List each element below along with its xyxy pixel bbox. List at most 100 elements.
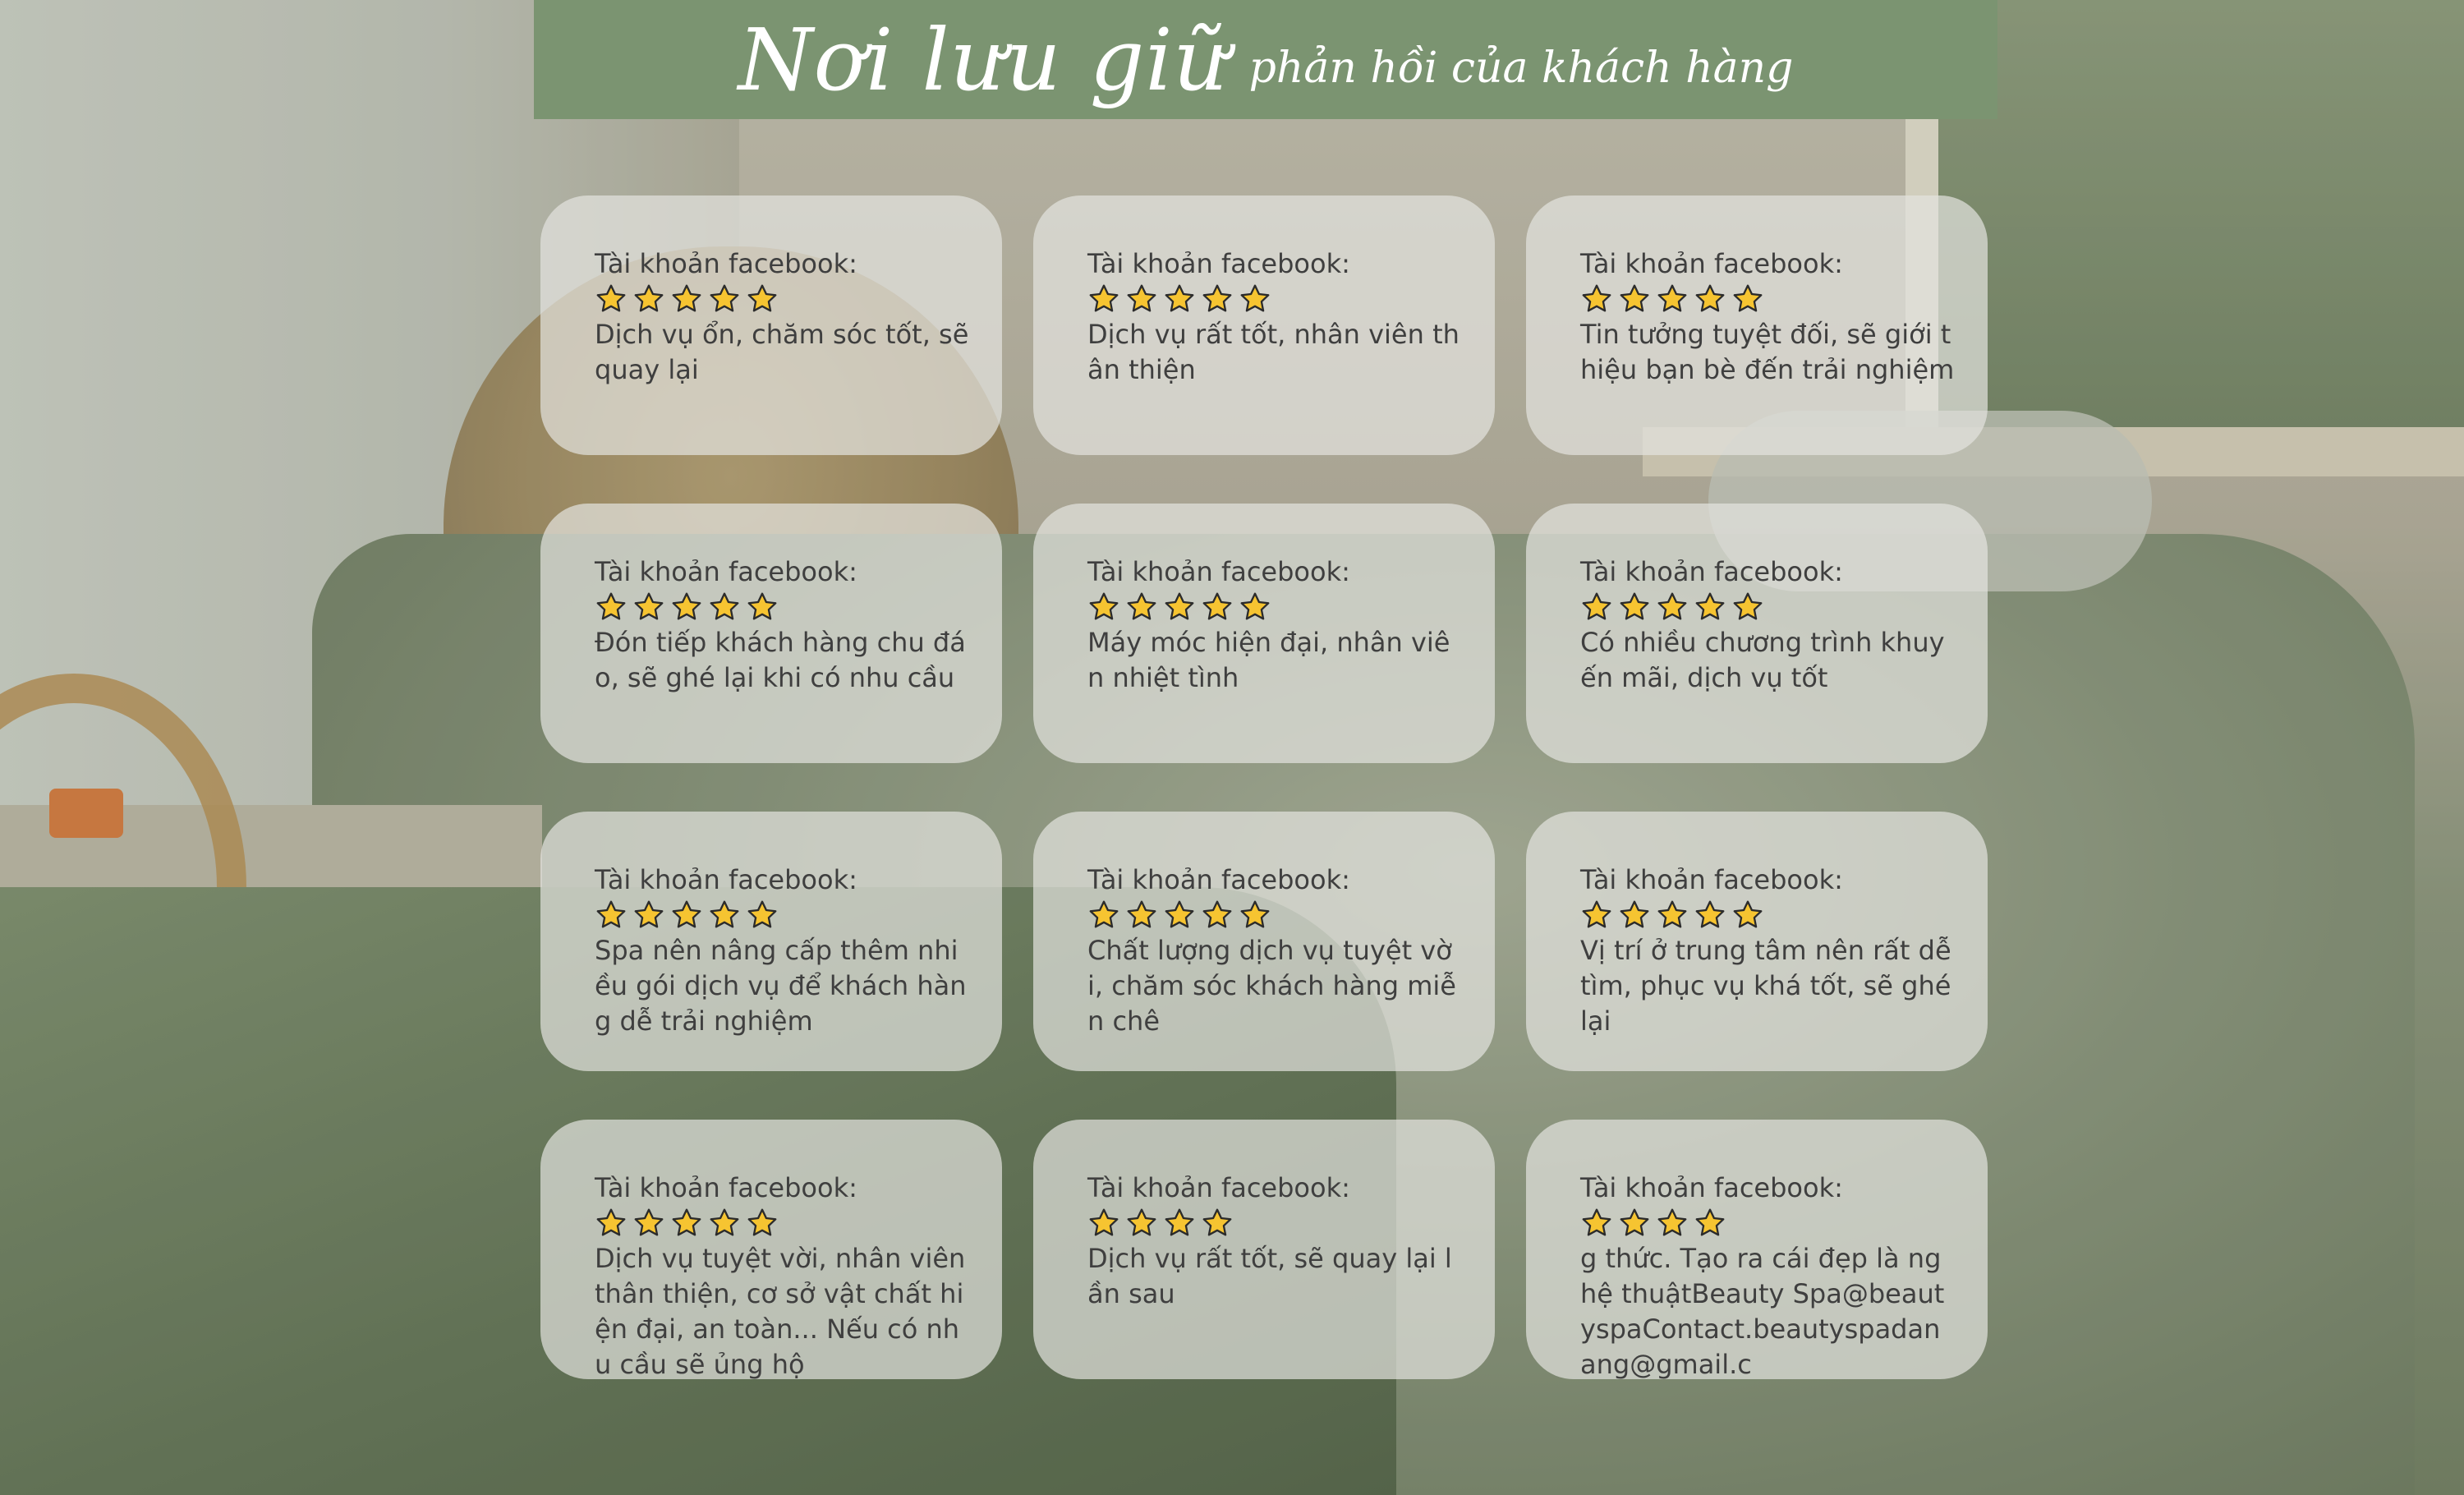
review-account-label: Tài khoản facebook: [595,248,857,279]
review-rating [595,897,969,933]
review-account-label: Tài khoản facebook: [1580,1172,1843,1203]
star-icon [595,899,627,932]
star-icon [1163,1207,1196,1240]
star-icon [632,1207,665,1240]
review-card: Tài khoản facebook: g thức. Tạo ra cái đẹ… [1526,1120,1988,1379]
star-icon [1239,591,1271,623]
star-icon [1087,591,1120,623]
star-icon [746,283,779,315]
review-text: g thức. Tạo ra cái đẹp là nghệ thuậtBeau… [1580,1243,1945,1379]
review-rating [1580,281,1955,317]
star-icon [708,1207,741,1240]
review-card: Tài khoản facebook: Máy móc hiện đại, nhâ… [1033,504,1495,763]
star-icon [1125,283,1158,315]
star-icon [746,899,779,932]
star-icon [1656,591,1689,623]
review-text: Dịch vụ ổn, chăm sóc tốt, sẽ quay lại [595,319,969,385]
star-icon [595,591,627,623]
star-icon [1201,283,1234,315]
star-icon [1618,591,1651,623]
review-text: Có nhiều chương trình khuyến mãi, dịch v… [1580,627,1945,693]
review-card: Tài khoản facebook: Dịch vụ rất tốt, sẽ q… [1033,1120,1495,1379]
star-icon [1694,283,1726,315]
review-text: Dịch vụ tuyệt vời, nhân viên thân thiện,… [595,1243,966,1379]
star-icon [1125,1207,1158,1240]
star-icon [595,283,627,315]
star-icon [1580,591,1613,623]
star-icon [1163,591,1196,623]
review-rating [1580,1205,1955,1241]
star-icon [670,899,703,932]
star-icon [670,283,703,315]
review-card: Tài khoản facebook: Có nhiều chương trình… [1526,504,1988,763]
review-account-label: Tài khoản facebook: [1580,248,1843,279]
review-account-label: Tài khoản facebook: [1580,864,1843,895]
review-text: Đón tiếp khách hàng chu đáo, sẽ ghé lại … [595,627,966,693]
star-icon [708,283,741,315]
star-icon [1580,1207,1613,1240]
star-icon [1201,899,1234,932]
review-account-label: Tài khoản facebook: [595,864,857,895]
star-icon [632,591,665,623]
review-rating [1087,281,1462,317]
review-text: Chất lượng dịch vụ tuyệt vời, chăm sóc k… [1087,935,1456,1037]
star-icon [1239,283,1271,315]
review-card: Tài khoản facebook: Dịch vụ tuyệt vời, nh… [540,1120,1002,1379]
review-text: Dịch vụ rất tốt, sẽ quay lại lần sau [1087,1243,1452,1309]
review-account-label: Tài khoản facebook: [1087,248,1350,279]
star-icon [632,283,665,315]
review-card: Tài khoản facebook: Tin tưởng tuyệt đối, … [1526,196,1988,455]
review-text: Dịch vụ rất tốt, nhân viên thân thiện [1087,319,1460,385]
review-card: Tài khoản facebook: Chất lượng dịch vụ tu… [1033,812,1495,1071]
star-icon [1656,899,1689,932]
review-rating [595,281,969,317]
star-icon [1731,591,1764,623]
review-rating [1580,897,1955,933]
star-icon [1731,899,1764,932]
review-card: Tài khoản facebook: Vị trí ở trung tâm nê… [1526,812,1988,1071]
review-rating [1580,589,1955,625]
review-rating [595,589,969,625]
star-icon [1125,591,1158,623]
star-icon [1731,283,1764,315]
star-icon [1618,1207,1651,1240]
section-title: Nơi lưu giữ [738,9,1230,110]
star-icon [1087,1207,1120,1240]
star-icon [708,899,741,932]
star-icon [1201,591,1234,623]
star-icon [1201,1207,1234,1240]
section-header: Nơi lưu giữ phản hồi của khách hàng [534,0,1997,119]
review-account-label: Tài khoản facebook: [1087,864,1350,895]
review-account-label: Tài khoản facebook: [1580,556,1843,587]
star-icon [746,591,779,623]
star-icon [1087,899,1120,932]
star-icon [670,591,703,623]
review-account-label: Tài khoản facebook: [1087,556,1350,587]
review-card: Tài khoản facebook: Đón tiếp khách hàng c… [540,504,1002,763]
star-icon [1163,899,1196,932]
star-icon [746,1207,779,1240]
star-icon [1087,283,1120,315]
star-icon [595,1207,627,1240]
review-card: Tài khoản facebook: Dịch vụ rất tốt, nhân… [1033,196,1495,455]
review-account-label: Tài khoản facebook: [1087,1172,1350,1203]
star-icon [670,1207,703,1240]
star-icon [1163,283,1196,315]
star-icon [1125,899,1158,932]
star-icon [1618,283,1651,315]
review-text: Máy móc hiện đại, nhân viên nhiệt tình [1087,627,1450,693]
star-icon [1656,1207,1689,1240]
star-icon [1694,899,1726,932]
review-card: Tài khoản facebook: Dịch vụ ổn, chăm sóc … [540,196,1002,455]
review-rating [1087,897,1462,933]
review-text: Spa nên nâng cấp thêm nhiều gói dịch vụ … [595,935,967,1037]
star-icon [1580,899,1613,932]
review-account-label: Tài khoản facebook: [595,556,857,587]
star-icon [1694,591,1726,623]
star-icon [1239,899,1271,932]
star-icon [1580,283,1613,315]
star-icon [1694,1207,1726,1240]
review-text: Tin tưởng tuyệt đối, sẽ giới thiệu bạn b… [1580,319,1955,385]
review-account-label: Tài khoản facebook: [595,1172,857,1203]
review-rating [1087,1205,1462,1241]
